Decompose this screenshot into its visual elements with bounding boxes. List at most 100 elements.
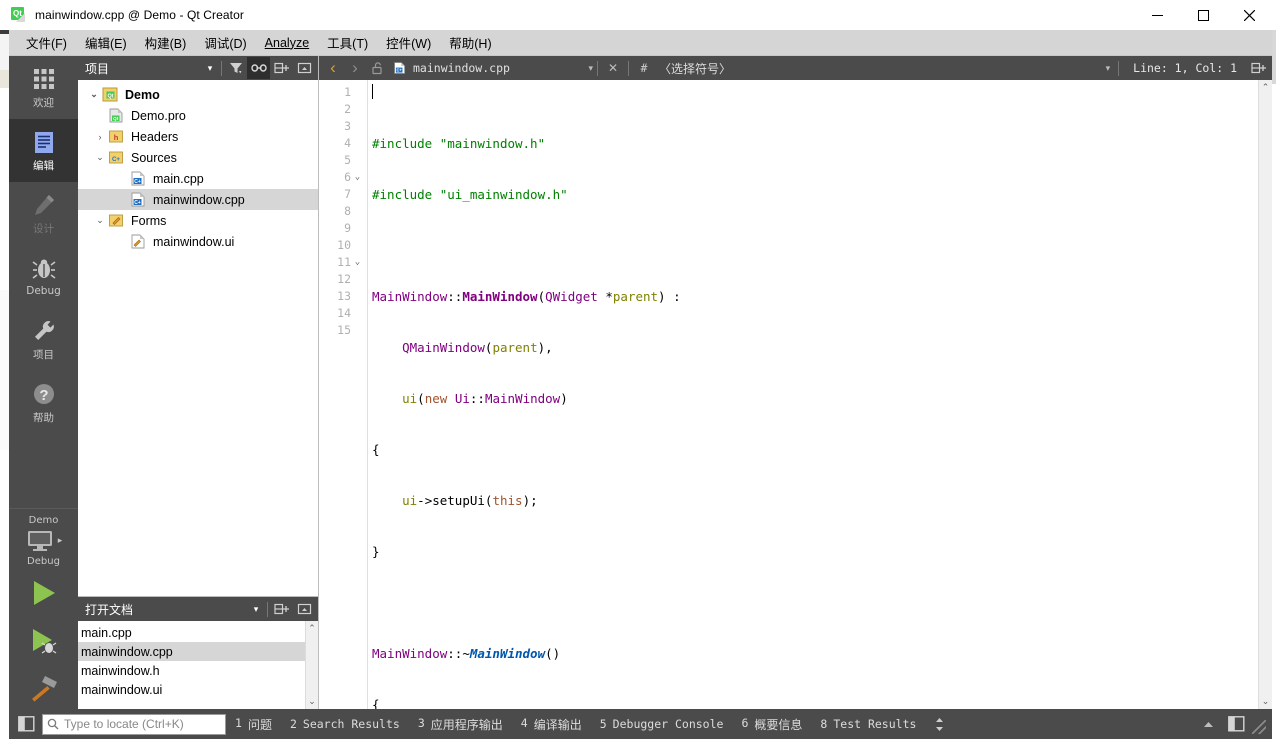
list-item[interactable]: main.cpp [78, 623, 318, 642]
list-item[interactable]: mainwindow.h [78, 661, 318, 680]
menu-build[interactable]: 构建(B) [136, 30, 196, 55]
mode-edit[interactable]: 编辑 [9, 119, 78, 182]
fold-marker[interactable]: ⌄ [351, 169, 364, 186]
gutter-line: 14 [319, 305, 367, 322]
mode-help[interactable]: ? 帮助 [9, 371, 78, 434]
output-tab-application-output[interactable]: 3 应用程序输出 [409, 713, 512, 736]
open-documents-header: 打开文档 ▾ [78, 597, 318, 621]
split-editor-button[interactable] [1247, 57, 1269, 79]
output-tab-debugger-console[interactable]: 5 Debugger Console [591, 714, 733, 734]
split-add-icon [274, 603, 289, 615]
hammer-icon [31, 676, 57, 702]
output-tab-general-messages[interactable]: 6 概要信息 [732, 713, 811, 736]
tree-item-forms[interactable]: ⌄ Forms [78, 210, 318, 231]
code-token: Ui [454, 391, 470, 406]
toggle-right-sidebar-button[interactable] [1224, 713, 1248, 735]
tree-item-demo-pro[interactable]: Qt Demo.pro [78, 105, 318, 126]
code-token: this [492, 493, 523, 508]
debug-button[interactable] [9, 617, 78, 665]
toggle-left-sidebar-button[interactable] [15, 714, 37, 734]
tab-label: Search Results [302, 717, 400, 731]
output-tab-search-results[interactable]: 2 Search Results [281, 714, 409, 734]
navigate-back-button[interactable]: ‹ [322, 57, 344, 79]
mode-welcome[interactable]: 欢迎 [9, 56, 78, 119]
open-documents-dropdown[interactable]: ▾ [247, 598, 265, 620]
menu-analyze[interactable]: Analyze [256, 33, 318, 53]
mode-debug[interactable]: Debug [9, 245, 78, 308]
expand-arrow-icon[interactable]: › [92, 132, 108, 142]
gutter-line: 13 [319, 288, 367, 305]
menu-help[interactable]: 帮助(H) [440, 30, 500, 55]
collapse-icon [297, 603, 312, 615]
doc-label: mainwindow.ui [81, 682, 163, 697]
tree-item-headers[interactable]: › h Headers [78, 126, 318, 147]
build-button[interactable] [9, 665, 78, 709]
expand-arrow-icon[interactable]: ⌄ [92, 215, 108, 226]
scroll-up-icon[interactable]: ⌃ [308, 621, 316, 636]
code-token: new [424, 391, 448, 406]
output-tab-compile-output[interactable]: 4 编译输出 [512, 713, 591, 736]
open-documents-scrollbar[interactable]: ⌃ ⌄ [305, 621, 318, 709]
tree-item-main-cpp[interactable]: C+ main.cpp [78, 168, 318, 189]
scroll-down-icon[interactable]: ⌄ [1262, 694, 1270, 709]
split-button[interactable] [270, 57, 293, 79]
menu-edit[interactable]: 编辑(E) [76, 30, 136, 55]
open-documents-list[interactable]: main.cpp mainwindow.cpp mainwindow.h mai… [78, 621, 318, 709]
tree-item-sources[interactable]: ⌄ C+ Sources [78, 147, 318, 168]
menu-file[interactable]: 文件(F) [17, 30, 76, 55]
open-file-combo[interactable]: C+ mainwindow.cpp ▾ [388, 61, 593, 75]
output-tab-issues[interactable]: 1 问题 [226, 713, 281, 736]
mode-design[interactable]: 设计 [9, 182, 78, 245]
code-line: MainWindow::MainWindow(QWidget *parent) … [372, 288, 1258, 305]
code-editor[interactable]: 1 2 3 4 5 6⌄ 7 8 9 10 11⌄ 12 13 14 15 [319, 80, 1272, 709]
expand-arrow-icon[interactable]: ⌄ [86, 89, 102, 100]
symbol-chevron-down-icon[interactable]: ▾ [1106, 63, 1115, 74]
menu-debug[interactable]: 调试(D) [195, 30, 255, 55]
run-button[interactable] [9, 569, 78, 617]
menu-widgets[interactable]: 控件(W) [377, 30, 440, 55]
collapse-output-button[interactable] [1196, 713, 1220, 735]
close-all-button[interactable] [293, 598, 316, 620]
code-token: #include [372, 187, 440, 202]
code-token: MainWindow [484, 391, 561, 406]
close-document-button[interactable]: ✕ [602, 57, 624, 79]
split-button[interactable] [270, 598, 293, 620]
wrench-icon [34, 320, 54, 340]
project-tree[interactable]: ⌄ Qt Demo Qt Demo.pro › h Headers ⌄ C+ S… [78, 80, 318, 597]
lock-toggle-button[interactable] [366, 57, 388, 79]
minimize-button[interactable] [1134, 0, 1180, 30]
navigate-forward-button[interactable]: › [344, 57, 366, 79]
maximize-button[interactable] [1180, 0, 1226, 30]
tree-item-demo[interactable]: ⌄ Qt Demo [78, 84, 318, 105]
window-resize-grip[interactable] [1252, 720, 1266, 734]
tree-item-mainwindow-ui[interactable]: mainwindow.ui [78, 231, 318, 252]
filter-button[interactable] [224, 57, 247, 79]
menu-tools[interactable]: 工具(T) [318, 30, 377, 55]
editor-scrollbar[interactable]: ⌃ ⌄ [1258, 80, 1272, 709]
line-number: 13 [337, 289, 351, 303]
scroll-down-icon[interactable]: ⌄ [308, 694, 316, 709]
scroll-up-icon[interactable]: ⌃ [1262, 80, 1270, 95]
locator-input[interactable]: Type to locate (Ctrl+K) [42, 713, 226, 735]
code-text-area[interactable]: #include "mainwindow.h" #include "ui_mai… [368, 80, 1258, 709]
link-icon [250, 64, 267, 72]
list-item[interactable]: mainwindow.ui [78, 680, 318, 699]
tree-item-mainwindow-cpp[interactable]: C+ mainwindow.cpp [78, 189, 318, 210]
code-token: :: [469, 391, 485, 406]
chevron-down-icon[interactable]: ▾ [588, 63, 593, 74]
collapse-button[interactable] [293, 57, 316, 79]
output-tab-test-results[interactable]: 8 Test Results [811, 714, 925, 734]
fold-marker[interactable]: ⌄ [351, 254, 364, 271]
expand-arrow-icon[interactable]: ⌄ [92, 152, 108, 163]
close-button[interactable] [1226, 0, 1272, 30]
mode-projects[interactable]: 项目 [9, 308, 78, 371]
project-filter-dropdown[interactable]: ▾ [201, 57, 219, 79]
kit-selector[interactable]: Demo ▸ Debug [9, 508, 78, 569]
output-pane-updown-button[interactable] [925, 714, 954, 735]
link-with-editor-button[interactable] [247, 57, 270, 79]
list-item[interactable]: mainwindow.cpp [78, 642, 318, 661]
gutter-line: 6 ⌄ [319, 169, 367, 186]
symbol-selector-combo[interactable]: 〈选择符号〉 [655, 60, 1106, 77]
line-number: 4 [344, 136, 351, 150]
